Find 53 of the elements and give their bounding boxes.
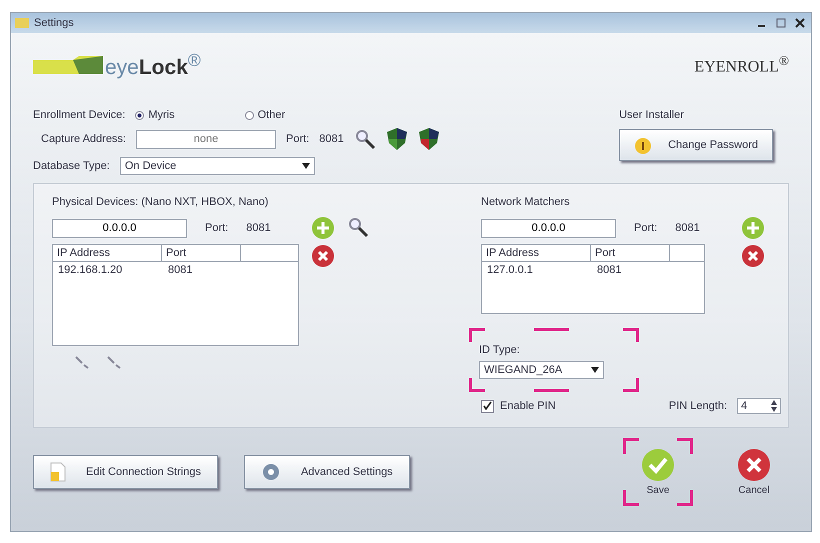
group-title: Network Matchers [481, 196, 571, 208]
document-icon [50, 462, 66, 482]
radio-option[interactable]: Myris [135, 109, 175, 121]
ip-address-field[interactable]: 0.0.0.0 [481, 218, 616, 238]
field-label: Capture Address: [41, 133, 126, 145]
gear-icon [260, 462, 281, 482]
id-type-dropdown[interactable]: WIEGAND_26A [479, 360, 604, 378]
table-cell-text: 127.0.0.1 [486, 263, 534, 278]
field-label: Database Type: [33, 160, 110, 172]
check-icon [483, 400, 492, 410]
port-value: 8081 [246, 222, 271, 234]
port-value: 8081 [675, 222, 700, 234]
column-header[interactable]: IP Address [53, 245, 162, 261]
section-label: User Installer [619, 109, 684, 121]
table-cell-text: 8081 [596, 263, 622, 278]
port-label: Port: [634, 222, 658, 234]
search-icon[interactable] [354, 128, 376, 150]
app-icon [15, 18, 29, 28]
logo-icon [33, 56, 103, 74]
product-name: EYENROLL$^{®}$ [694, 53, 789, 77]
port-value: 8081 [319, 133, 344, 145]
database-type-dropdown[interactable]: On Device [120, 157, 315, 175]
ip-address-field[interactable]: 0.0.0.0 [52, 218, 187, 238]
radio-option[interactable]: Other [244, 109, 286, 121]
field-label: PIN Length: [668, 400, 727, 412]
advanced-settings-button[interactable]: Advanced Settings [244, 455, 410, 489]
field-label: Enrollment Device: [33, 109, 126, 121]
enable-pin-checkbox[interactable]: Enable PIN [481, 400, 556, 412]
maximize-icon[interactable] [774, 17, 788, 29]
logo-text: eyeLock$^{®}$ [105, 50, 201, 80]
window-title: Settings [34, 17, 74, 29]
edit-connection-strings-button[interactable]: Edit Connection Strings [33, 455, 218, 489]
table-cell-text: 192.168.1.20 [57, 263, 124, 278]
port-label: Port: [286, 133, 310, 145]
caret-icon [302, 163, 310, 169]
column-header[interactable]: Port [162, 245, 241, 261]
column-header[interactable]: IP Address [482, 245, 591, 261]
shield-icon[interactable] [386, 127, 408, 151]
port-label: Port: [205, 222, 228, 234]
close-icon[interactable] [793, 17, 807, 29]
change-password-button[interactable]: Change Password [619, 129, 773, 161]
search-icon[interactable] [347, 216, 369, 238]
caret-icon [591, 366, 599, 372]
spinner-arrows-icon[interactable] [771, 400, 777, 412]
field-label: ID Type: [479, 344, 521, 356]
table-cell-text: 8081 [167, 263, 194, 278]
group-title: Physical Devices: (Nano NXT, HBOX, Nano) [52, 196, 270, 208]
capture-address-field[interactable]: none [136, 130, 276, 148]
pin-length-spinner[interactable]: 4 [737, 398, 781, 414]
column-header[interactable]: Port [591, 245, 670, 261]
shield-icon[interactable] [418, 127, 440, 151]
remove-icon[interactable] [311, 244, 335, 268]
remove-icon[interactable] [741, 244, 765, 268]
